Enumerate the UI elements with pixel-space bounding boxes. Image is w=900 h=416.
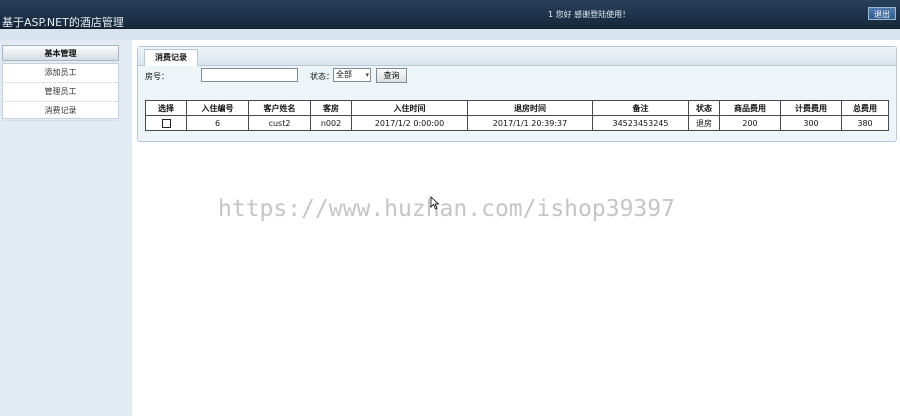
col-room: 客房	[310, 100, 352, 116]
cell-checkin-time: 2017/1/2 0:00:00	[351, 115, 468, 131]
sidebar-heading: 基本管理	[2, 45, 119, 61]
app-title: 基于ASP.NET的酒店管理	[2, 16, 124, 29]
sidebar-menu: 添加员工 管理员工 消费记录	[2, 63, 119, 121]
table-row: 6 cust2 n002 2017/1/2 0:00:00 2017/1/1 2…	[145, 115, 889, 131]
sub-bar	[0, 29, 900, 40]
cell-customer-name: cust2	[248, 115, 311, 131]
col-checkin-time: 入住时间	[351, 100, 468, 116]
records-panel: 消费记录 房号： 状态： 全部 ▾ 查询 选择 入住编号 客户姓名 客房 入住时…	[137, 46, 897, 142]
status-select[interactable]: 全部 ▾	[333, 68, 371, 82]
mouse-cursor-icon	[430, 196, 440, 210]
sidebar: 基本管理 添加员工 管理员工 消费记录	[0, 40, 132, 416]
col-checkout-time: 退房时间	[467, 100, 593, 116]
cell-note: 34523453245	[592, 115, 689, 131]
col-total-fee: 总费用	[841, 100, 889, 116]
cell-total-fee: 380	[841, 115, 889, 131]
watermark: https://www.huzhan.com/ishop39397	[218, 196, 675, 222]
welcome-message: 1 您好 感谢登陆使用！	[548, 10, 631, 19]
room-input[interactable]	[201, 68, 298, 82]
cell-goods-fee: 200	[719, 115, 781, 131]
cell-checkout-time: 2017/1/1 20:39:37	[467, 115, 593, 131]
cell-status: 退房	[688, 115, 720, 131]
status-label: 状态：	[310, 72, 334, 81]
col-customer-name: 客户姓名	[248, 100, 311, 116]
logout-button[interactable]: 退出	[868, 7, 896, 20]
status-select-value: 全部	[336, 70, 352, 79]
room-label: 房号：	[145, 72, 169, 81]
row-select-cell	[145, 115, 187, 131]
col-select: 选择	[145, 100, 187, 116]
top-bar: 基于ASP.NET的酒店管理 1 您好 感谢登陆使用！ 退出	[0, 0, 900, 29]
sidebar-item-add-staff[interactable]: 添加员工	[3, 64, 118, 83]
table-header-row: 选择 入住编号 客户姓名 客房 入住时间 退房时间 备注 状态 商品费用 计费费…	[145, 100, 889, 116]
panel-tab-bar: 消费记录	[138, 47, 896, 66]
sidebar-item-manage-staff[interactable]: 管理员工	[3, 83, 118, 102]
sidebar-item-consumption-records[interactable]: 消费记录	[3, 102, 118, 121]
col-note: 备注	[592, 100, 689, 116]
cell-checkin-id: 6	[186, 115, 249, 131]
tab-consumption-records[interactable]: 消费记录	[144, 49, 198, 66]
col-checkin-id: 入住编号	[186, 100, 249, 116]
row-checkbox[interactable]	[161, 118, 171, 128]
col-goods-fee: 商品费用	[719, 100, 781, 116]
records-table: 选择 入住编号 客户姓名 客房 入住时间 退房时间 备注 状态 商品费用 计费费…	[145, 100, 889, 131]
col-charge-fee: 计费费用	[780, 100, 842, 116]
cell-room: n002	[310, 115, 352, 131]
cell-charge-fee: 300	[780, 115, 842, 131]
query-button[interactable]: 查询	[376, 68, 407, 83]
col-status: 状态	[688, 100, 720, 116]
chevron-down-icon: ▾	[365, 71, 369, 79]
